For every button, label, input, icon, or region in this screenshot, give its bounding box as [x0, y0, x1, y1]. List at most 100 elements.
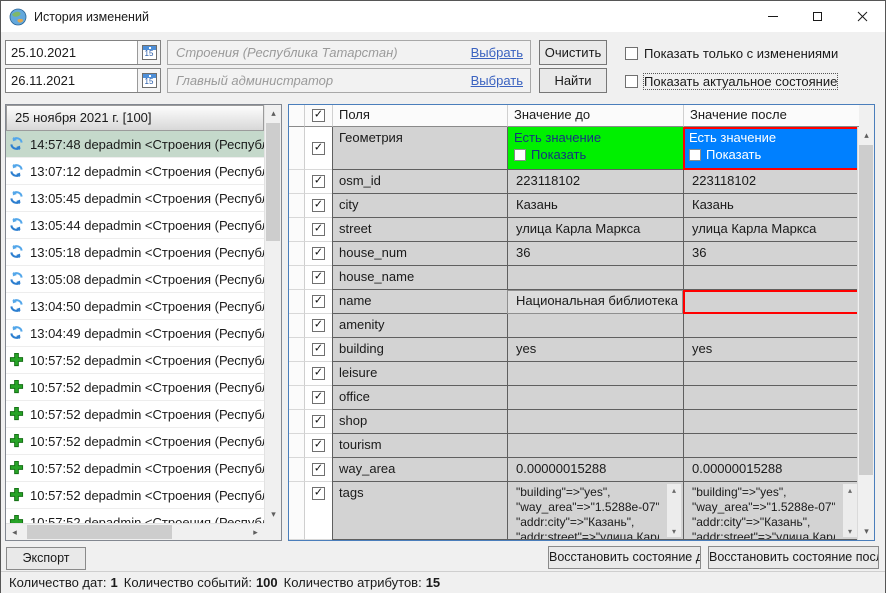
restore-before-button[interactable]: Восстановить состояние до	[548, 546, 701, 569]
scrollbar-thumb[interactable]	[859, 145, 873, 475]
row-checkbox[interactable]: ✓	[312, 367, 325, 380]
layer-select-link[interactable]: Выбрать	[471, 45, 523, 60]
event-item[interactable]: 13:07:12 depadmin <Строения (Республика …	[6, 158, 264, 185]
table-row: ✓office	[289, 386, 859, 410]
scrollbar-thumb[interactable]	[266, 123, 280, 241]
table-row: ✓ amenity	[289, 314, 859, 338]
row-checkbox[interactable]: ✓	[312, 175, 325, 188]
row-checkbox[interactable]: ✓	[312, 319, 325, 332]
event-item[interactable]: 10:57:52 depadmin <Строения (Республика …	[6, 374, 264, 401]
event-item[interactable]: 13:04:50 depadmin <Строения (Республика …	[6, 293, 264, 320]
scroll-up-icon[interactable]: ▴	[667, 484, 681, 496]
restore-after-button[interactable]: Восстановить состояние после	[708, 546, 879, 569]
layer-value: Строения (Республика Татарстан)	[168, 45, 471, 60]
value-after-cell: yes	[683, 338, 859, 362]
row-checkbox[interactable]: ✓	[312, 439, 325, 452]
row-checkbox[interactable]: ✓	[312, 223, 325, 236]
table-row: ✓leisure	[289, 362, 859, 386]
row-checkbox[interactable]: ✓	[312, 415, 325, 428]
event-item[interactable]: 14:57:48 depadmin <Строения (Республика …	[6, 131, 264, 158]
value-after-cell	[683, 314, 859, 338]
edit-icon	[9, 244, 25, 260]
scroll-down-icon[interactable]: ▾	[265, 506, 282, 523]
row-checkbox[interactable]: ✓	[312, 199, 325, 212]
scroll-left-icon[interactable]: ◂	[6, 524, 23, 541]
event-item[interactable]: 13:05:44 depadmin <Строения (Республика …	[6, 212, 264, 239]
scroll-down-icon[interactable]: ▾	[667, 525, 681, 537]
row-checkbox-cell: ✓	[305, 194, 332, 218]
select-all-checkbox[interactable]: ✓	[312, 109, 325, 122]
row-checkbox-cell: ✓	[305, 458, 332, 482]
value-after-cell	[683, 290, 859, 314]
event-item[interactable]: 10:57:52 depadmin <Строения (Республика …	[6, 428, 264, 455]
field-name-cell: amenity	[332, 314, 507, 338]
check-icon: ✓	[314, 224, 323, 235]
row-checkbox[interactable]: ✓	[312, 343, 325, 356]
minimize-button[interactable]	[750, 1, 795, 32]
row-header-cell	[289, 242, 305, 266]
events-panel: 25 ноября 2021 г. [100] 14:57:48 depadmi…	[5, 104, 282, 541]
events-vertical-scrollbar[interactable]: ▴ ▾	[264, 105, 281, 523]
table-row-geometry: ✓ Геометрия Есть значение Показать Есть …	[289, 127, 859, 170]
row-checkbox[interactable]: ✓	[312, 391, 325, 404]
show-geometry-before-checkbox[interactable]	[514, 149, 526, 161]
find-button[interactable]: Найти	[539, 68, 607, 93]
date-to-calendar-button[interactable]: 15	[137, 69, 160, 92]
scroll-up-icon[interactable]: ▴	[858, 127, 875, 144]
calendar-icon: 15	[142, 45, 157, 60]
table-vertical-scrollbar[interactable]: ▴ ▾	[857, 127, 874, 540]
scroll-right-icon[interactable]: ▸	[247, 524, 264, 541]
date-to-value: 26.11.2021	[6, 73, 137, 88]
event-item[interactable]: 10:57:52 depadmin <Строения (Республика …	[6, 455, 264, 482]
maximize-button[interactable]	[795, 1, 840, 32]
check-icon: ✓	[314, 440, 323, 451]
event-label: 10:57:52 depadmin <Строения (Республика …	[30, 353, 264, 368]
close-button[interactable]	[840, 1, 885, 32]
user-select-link[interactable]: Выбрать	[471, 73, 523, 88]
event-item[interactable]: 10:57:52 depadmin <Строения (Республика …	[6, 482, 264, 509]
row-checkbox[interactable]: ✓	[312, 295, 325, 308]
row-checkbox[interactable]: ✓	[312, 271, 325, 284]
event-item[interactable]: 13:05:08 depadmin <Строения (Республика …	[6, 266, 264, 293]
actual-state-checkbox[interactable]	[625, 75, 638, 88]
value-before-cell: 0.00000015288	[507, 458, 683, 482]
tags-scrollbar[interactable]: ▴ ▾	[843, 484, 857, 537]
scroll-down-icon[interactable]: ▾	[858, 523, 875, 540]
table-row: ✓house_name	[289, 266, 859, 290]
event-item[interactable]: 10:57:52 depadmin <Строения (Республика …	[6, 347, 264, 374]
field-name-cell: building	[332, 338, 507, 362]
row-checkbox[interactable]: ✓	[312, 487, 325, 500]
check-icon: ✓	[314, 248, 323, 259]
date-to-field[interactable]: 26.11.2021 15	[5, 68, 161, 93]
scrollbar-thumb[interactable]	[27, 525, 172, 539]
events-horizontal-scrollbar[interactable]: ◂ ▸	[6, 523, 264, 540]
clear-button[interactable]: Очистить	[539, 40, 607, 65]
value-before-cell: Казань	[507, 194, 683, 218]
scroll-up-icon[interactable]: ▴	[265, 105, 282, 122]
event-item[interactable]: 13:05:18 depadmin <Строения (Республика …	[6, 239, 264, 266]
column-header-fields[interactable]: Поля	[332, 105, 507, 127]
scroll-up-icon[interactable]: ▴	[843, 484, 857, 496]
row-checkbox[interactable]: ✓	[312, 247, 325, 260]
scroll-down-icon[interactable]: ▾	[843, 525, 857, 537]
show-geometry-after-checkbox[interactable]	[689, 149, 701, 161]
add-icon	[9, 379, 25, 395]
column-header-after[interactable]: Значение после	[683, 105, 859, 127]
event-item[interactable]: 10:57:52 depadmin <Строения (Республика …	[6, 401, 264, 428]
only-changes-checkbox[interactable]	[625, 47, 638, 60]
events-list: 14:57:48 depadmin <Строения (Республика …	[6, 131, 264, 523]
tags-scrollbar[interactable]: ▴ ▾	[667, 484, 681, 537]
edit-icon	[9, 271, 25, 287]
date-from-calendar-button[interactable]: 15	[137, 41, 160, 64]
value-after-cell: Казань	[683, 194, 859, 218]
event-item[interactable]: 13:05:45 depadmin <Строения (Республика …	[6, 185, 264, 212]
column-header-before[interactable]: Значение до	[507, 105, 683, 127]
event-item[interactable]: 10:57:52 depadmin <Строения (Республика …	[6, 509, 264, 523]
row-checkbox[interactable]: ✓	[312, 463, 325, 476]
export-button[interactable]: Экспорт	[6, 547, 86, 570]
row-checkbox[interactable]: ✓	[312, 142, 325, 155]
date-from-field[interactable]: 25.10.2021 15	[5, 40, 161, 65]
row-header-cell	[289, 170, 305, 194]
events-date-header[interactable]: 25 ноября 2021 г. [100]	[6, 105, 264, 131]
event-item[interactable]: 13:04:49 depadmin <Строения (Республика …	[6, 320, 264, 347]
